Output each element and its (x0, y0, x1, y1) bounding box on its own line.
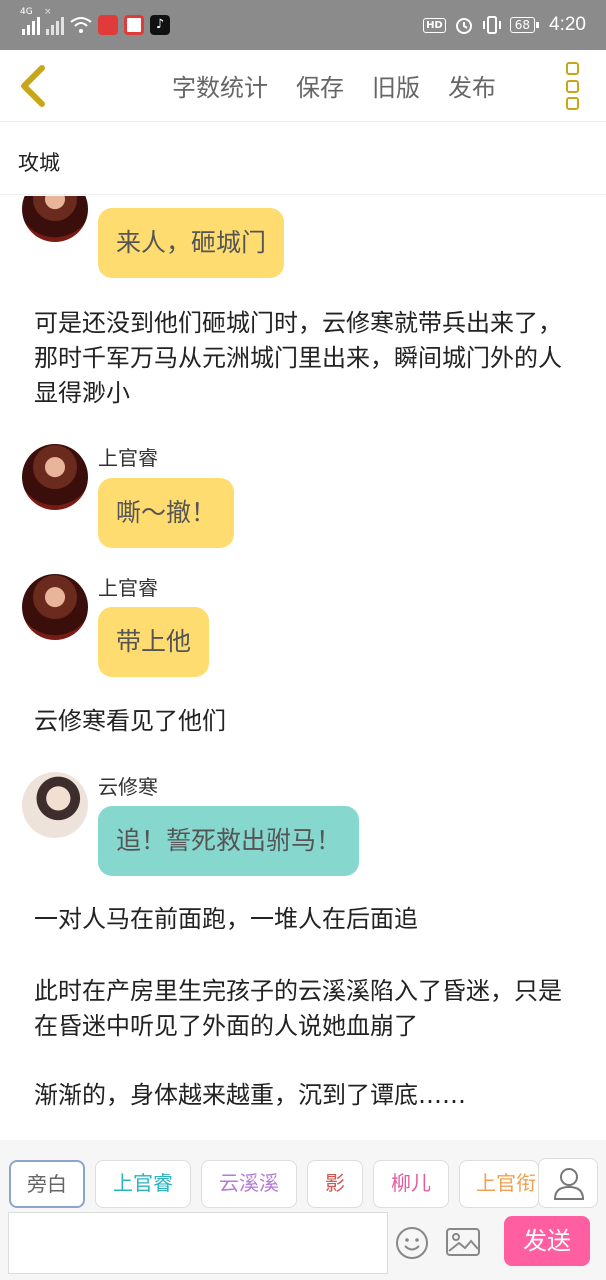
network-label: × (44, 7, 52, 17)
role-chip[interactable]: 云溪溪 (201, 1160, 297, 1208)
avatar[interactable] (22, 196, 88, 242)
speaker-name: 云修寒 (98, 775, 158, 799)
battery-indicator: 68 (509, 17, 540, 33)
app-love-icon (98, 15, 118, 35)
user-icon (553, 1168, 585, 1200)
avatar[interactable] (22, 772, 88, 838)
narration-text[interactable]: 渐渐的，身体越来越重，沉到了谭底…… (34, 1078, 584, 1113)
message-input[interactable] (8, 1212, 388, 1274)
status-bar: 4G × ♪ HD 68 4:20 (0, 0, 606, 50)
avatar[interactable] (22, 444, 88, 510)
publish-button[interactable]: 发布 (448, 68, 496, 103)
old-version-button[interactable]: 旧版 (372, 68, 420, 103)
network-label: 4G (20, 7, 33, 17)
dialogue-bubble[interactable]: 嘶～撤！ (98, 478, 235, 548)
role-chip[interactable]: 旁白 (9, 1160, 85, 1208)
page-title[interactable]: 攻城 (0, 123, 606, 195)
dialogue-bubble[interactable]: 来人，砸城门 (98, 208, 285, 278)
role-chip[interactable]: 影 (307, 1160, 363, 1208)
tiktok-icon: ♪ (150, 15, 170, 35)
signal-icon: × (44, 7, 64, 35)
hd-badge: HD (423, 17, 446, 33)
narration-text[interactable]: 云修寒看见了他们 (34, 704, 584, 739)
dialogue-bubble[interactable]: 带上他 (98, 607, 210, 677)
role-chip[interactable]: 柳儿 (373, 1160, 449, 1208)
user-button[interactable] (538, 1158, 598, 1208)
app-red-icon (124, 15, 144, 35)
save-button[interactable]: 保存 (296, 68, 344, 103)
nav-actions: 字数统计 保存 旧版 发布 (172, 68, 496, 103)
story-content[interactable]: 来人，砸城门 可是还没到他们砸城门时，云修寒就带兵出来了，那时千军万马从元洲城门… (0, 196, 606, 1140)
role-chip[interactable]: 上官睿 (95, 1160, 191, 1208)
image-icon[interactable] (445, 1226, 481, 1258)
vibrate-icon (482, 16, 501, 34)
role-chip[interactable]: 上官衔 (459, 1160, 539, 1208)
send-button[interactable]: 发送 (504, 1216, 590, 1266)
role-selector: 旁白 上官睿 云溪溪 影 柳儿 上官衔 (0, 1140, 606, 1212)
wifi-icon (70, 17, 92, 33)
word-count-button[interactable]: 字数统计 (172, 68, 268, 103)
status-left: 4G × ♪ (20, 7, 170, 38)
composer: 发送 (0, 1212, 606, 1280)
status-right: HD 68 4:20 (423, 10, 586, 40)
speaker-name: 上官睿 (98, 446, 158, 470)
alarm-icon (455, 18, 472, 34)
more-vertical-icon[interactable] (566, 62, 582, 110)
top-nav: 字数统计 保存 旧版 发布 (0, 50, 606, 122)
narration-text[interactable]: 此时在产房里生完孩子的云溪溪陷入了昏迷，只是在昏迷中听见了外面的人说她血崩了 (34, 974, 584, 1044)
dialogue-bubble[interactable]: 追！誓死救出驸马！ (98, 806, 360, 876)
narration-text[interactable]: 一对人马在前面跑，一堆人在后面追 (34, 902, 584, 937)
speaker-name: 上官睿 (98, 576, 158, 600)
avatar[interactable] (22, 574, 88, 640)
status-time: 4:20 (549, 14, 586, 35)
chevron-left-icon[interactable] (14, 64, 54, 108)
narration-text[interactable]: 可是还没到他们砸城门时，云修寒就带兵出来了，那时千军万马从元洲城门里出来，瞬间城… (34, 306, 584, 411)
signal-icon: 4G (20, 7, 40, 35)
smiley-icon[interactable] (395, 1226, 429, 1260)
